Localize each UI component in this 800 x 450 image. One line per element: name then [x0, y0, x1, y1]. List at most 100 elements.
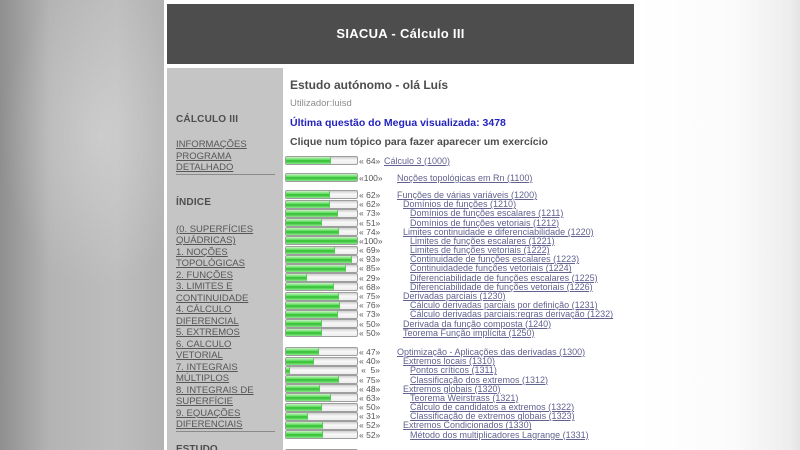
- topic-row: «100» Noções topológicas em Rn (1100): [285, 173, 630, 182]
- progress-bar: [285, 218, 358, 227]
- sidebar-item-equacoes-diferenciais[interactable]: 9. EQUAÇÕES DIFERENCIAIS: [176, 408, 275, 431]
- progress-bar: [285, 255, 358, 264]
- progress-bar-fill: [286, 157, 331, 164]
- progress-bar-fill: [286, 210, 338, 217]
- sidebar-item-calculo-diferencial[interactable]: 4. CÁLCULO DIFERENCIAL: [176, 304, 275, 327]
- progress-bar-fill: [286, 431, 323, 438]
- progress-percent: « 50»: [359, 328, 380, 338]
- sidebar-divider: [176, 174, 275, 175]
- progress-bar: [285, 246, 358, 255]
- letterboxed-screen: SIACUA - Cálculo III CÁLCULO III INFORMA…: [0, 0, 800, 450]
- siacua-window: SIACUA - Cálculo III CÁLCULO III INFORMA…: [164, 0, 637, 450]
- progress-bar: [285, 347, 358, 356]
- sidebar-link-estudo-autonomo[interactable]: ESTUDO AUTÓNOMO: [176, 444, 275, 450]
- progress-bar-fill: [286, 265, 346, 272]
- progress-bar-fill: [286, 174, 357, 181]
- topic-row: « 64» Cálculo 3 (1000): [285, 156, 630, 165]
- app-title: SIACUA - Cálculo III: [336, 26, 464, 41]
- progress-bar: [285, 319, 358, 328]
- progress-bar: [285, 430, 358, 439]
- progress-bar-fill: [286, 367, 290, 374]
- app-header: SIACUA - Cálculo III: [167, 4, 634, 64]
- progress-bar-fill: [286, 358, 314, 365]
- sidebar-index-title: ÍNDICE: [176, 197, 275, 208]
- progress-bar: [285, 273, 358, 282]
- progress-bar-fill: [286, 376, 339, 383]
- progress-bar-fill: [286, 256, 352, 263]
- sidebar-item-extremos[interactable]: 5. EXTREMOS: [176, 327, 275, 339]
- progress-bar-fill: [286, 219, 322, 226]
- sidebar: CÁLCULO III INFORMAÇÕES PROGRAMA DETALHA…: [167, 68, 283, 450]
- progress-bar: [285, 412, 358, 421]
- sidebar-divider: [176, 431, 275, 432]
- progress-bar-fill: [286, 237, 357, 244]
- progress-bar: [285, 200, 358, 209]
- progress-bar-fill: [286, 385, 320, 392]
- progress-bar: [285, 173, 358, 182]
- progress-bar-fill: [286, 201, 330, 208]
- progress-bar: [285, 403, 358, 412]
- progress-bar: [285, 190, 358, 199]
- main-panel: Estudo autónomo - olá Luís Utilizador:lu…: [283, 68, 634, 450]
- progress-bar: [285, 227, 358, 236]
- progress-bar-fill: [286, 422, 323, 429]
- blurred-background-left: [0, 0, 167, 450]
- progress-bar-fill: [286, 329, 322, 336]
- progress-bar-fill: [286, 348, 319, 355]
- app-body: CÁLCULO III INFORMAÇÕES PROGRAMA DETALHA…: [167, 68, 634, 450]
- progress-percent: «100»: [359, 173, 380, 183]
- page-title: Estudo autónomo - olá Luís: [290, 78, 630, 92]
- topic-link[interactable]: Noções topológicas em Rn (1100): [384, 173, 532, 183]
- progress-bar-fill: [286, 228, 339, 235]
- progress-bar: [285, 357, 358, 366]
- user-line: Utilizador:luisd: [290, 98, 630, 109]
- progress-bar: [285, 366, 358, 375]
- progress-bar: [285, 328, 358, 337]
- blurred-background-right: [637, 0, 800, 450]
- progress-bar-fill: [286, 302, 340, 309]
- progress-bar: [285, 264, 358, 273]
- sidebar-item-funcoes[interactable]: 2. FUNÇÕES: [176, 270, 275, 282]
- sidebar-item-nocoes-topologicas[interactable]: 1. NOÇÕES TOPOLÓGICAS: [176, 247, 275, 270]
- progress-bar-fill: [286, 283, 334, 290]
- topic-link[interactable]: Teorema Função implícita (1250): [384, 328, 535, 338]
- progress-bar: [285, 282, 358, 291]
- progress-bar-fill: [286, 311, 338, 318]
- sidebar-index-links: (0. SUPERFÍCIES QUÁDRICAS) 1. NOÇÕES TOP…: [176, 224, 275, 431]
- topic-progress-list: « 64» Cálculo 3 (1000) «100» Noções topo…: [285, 156, 630, 450]
- topic-link[interactable]: Método dos multiplicadores Lagrange (133…: [384, 430, 589, 440]
- sidebar-item-integrais-multiplos[interactable]: 7. INTEGRAIS MÚLTIPLOS: [176, 362, 275, 385]
- progress-bar-fill: [286, 191, 330, 198]
- progress-bar-fill: [286, 274, 307, 281]
- progress-bar: [285, 156, 358, 165]
- sidebar-link-programa-detalhado[interactable]: PROGRAMA DETALHADO: [176, 151, 275, 174]
- progress-bar: [285, 292, 358, 301]
- progress-bar-fill: [286, 404, 322, 411]
- progress-percent: « 64»: [359, 156, 380, 166]
- topic-row: « 52» Método dos multiplicadores Lagrang…: [285, 430, 630, 439]
- topic-link[interactable]: Cálculo 3 (1000): [384, 156, 450, 166]
- sidebar-study-section: ESTUDO AUTÓNOMO: [176, 444, 275, 450]
- sidebar-item-integrais-superficie[interactable]: 8. INTEGRAIS DE SUPERFÍCIE: [176, 385, 275, 408]
- sidebar-course-title: CÁLCULO III: [176, 114, 275, 125]
- sidebar-item-calculo-vetorial[interactable]: 6. CALCULO VETORIAL: [176, 339, 275, 362]
- sidebar-link-informacoes[interactable]: INFORMAÇÕES: [176, 139, 275, 151]
- progress-bar: [285, 310, 358, 319]
- progress-bar: [285, 301, 358, 310]
- progress-bar: [285, 236, 358, 245]
- progress-bar: [285, 375, 358, 384]
- sidebar-item-limites-continuidade[interactable]: 3. LIMITES E CONTINUIDADE: [176, 281, 275, 304]
- progress-bar: [285, 209, 358, 218]
- topic-row: « 50» Teorema Função implícita (1250): [285, 328, 630, 337]
- sidebar-item-superficies-quadricas[interactable]: (0. SUPERFÍCIES QUÁDRICAS): [176, 224, 275, 247]
- progress-bar-fill: [286, 413, 308, 420]
- progress-bar-fill: [286, 394, 331, 401]
- progress-bar-fill: [286, 320, 322, 327]
- instruction-text: Clique num tópico para fazer aparecer um…: [290, 136, 630, 148]
- progress-percent: « 52»: [359, 430, 380, 440]
- last-megua-question: Última questão do Megua visualizada: 347…: [290, 117, 630, 129]
- progress-bar: [285, 393, 358, 402]
- progress-bar: [285, 384, 358, 393]
- progress-bar: [285, 421, 358, 430]
- progress-bar-fill: [286, 247, 335, 254]
